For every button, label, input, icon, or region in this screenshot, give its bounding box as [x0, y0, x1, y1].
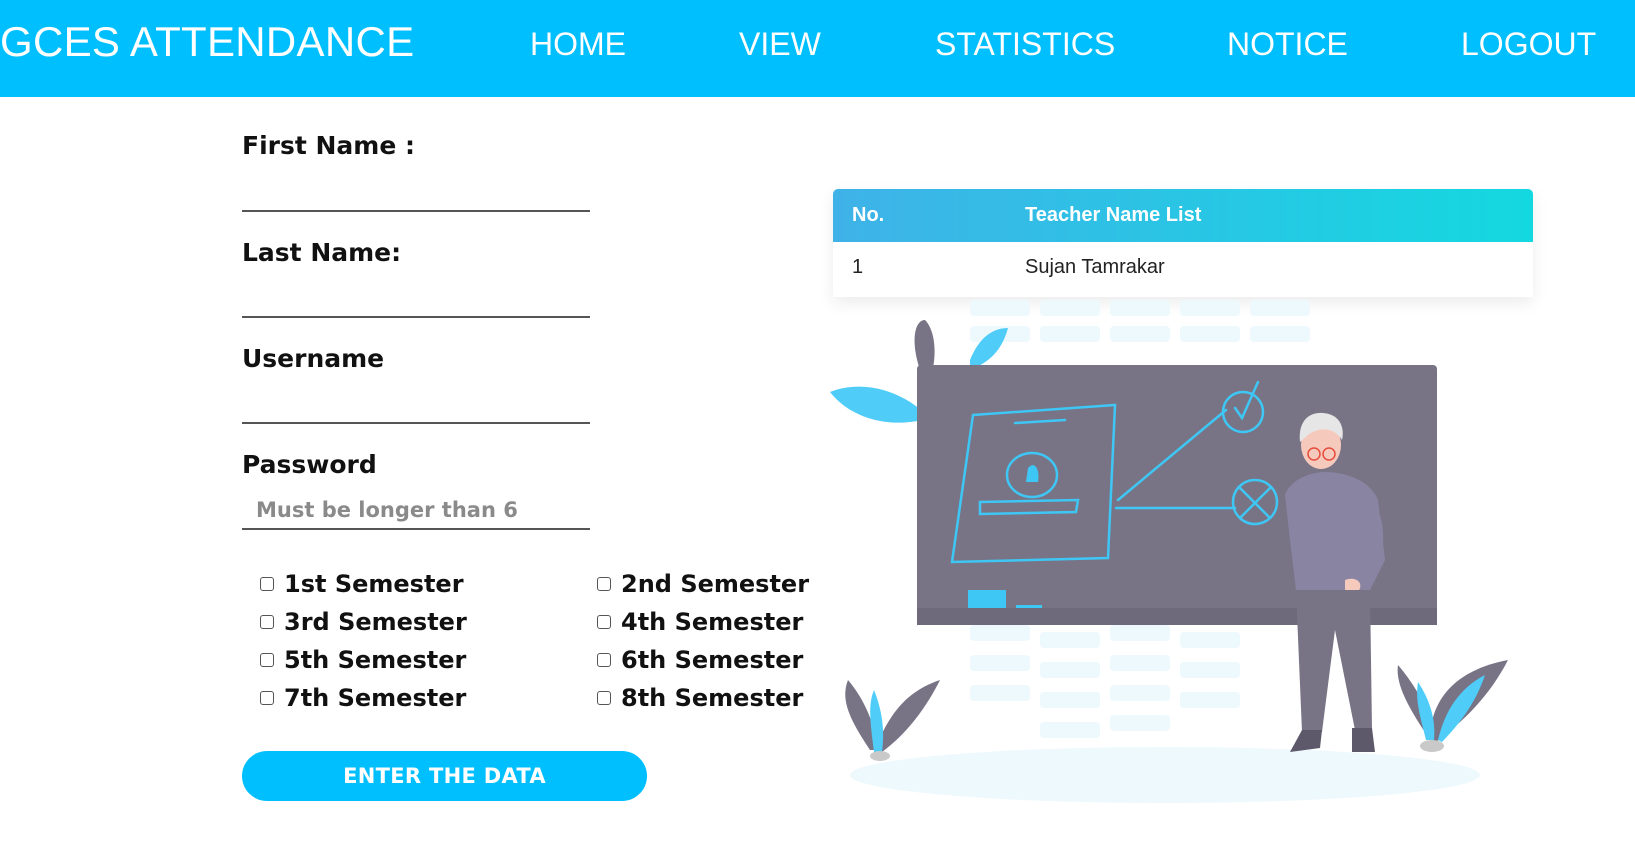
teacher-chalkboard-illustration [830, 300, 1508, 803]
semester-2-label: 2nd Semester [621, 570, 810, 598]
table-cell-teacher-name: Sujan Tamrakar [1025, 242, 1533, 294]
nav-home-link[interactable]: HOME [530, 26, 626, 63]
table-header-number: No. [852, 204, 885, 226]
semester-3-checkbox[interactable] [260, 615, 274, 629]
semester-8-checkbox[interactable] [597, 691, 611, 705]
semester-7-label: 7th Semester [284, 684, 467, 712]
semester-1-checkbox[interactable] [260, 577, 274, 591]
semester-7-option[interactable]: 7th Semester [260, 684, 466, 712]
semester-4-label: 4th Semester [621, 608, 804, 636]
teacher-name-table: No. Teacher Name List 1 Sujan Tamrakar [833, 189, 1533, 297]
top-navbar: GCES ATTENDANCE HOME VIEW STATISTICS NOT… [0, 0, 1635, 97]
chalk-eraser-icon [968, 590, 1006, 608]
semester-3-option[interactable]: 3rd Semester [260, 608, 467, 636]
semester-7-checkbox[interactable] [260, 691, 274, 705]
plant-left-icon [845, 680, 940, 761]
nav-statistics-link[interactable]: STATISTICS [935, 26, 1115, 63]
table-cell-number: 1 [833, 242, 1025, 294]
semester-1-label: 1st Semester [284, 570, 464, 598]
last-name-label: Last Name: [242, 238, 402, 267]
semester-2-option[interactable]: 2nd Semester [597, 570, 809, 598]
semester-5-label: 5th Semester [284, 646, 467, 674]
username-label: Username [242, 344, 385, 373]
semester-2-checkbox[interactable] [597, 577, 611, 591]
nav-logout-link[interactable]: LOGOUT [1461, 26, 1596, 63]
semester-6-checkbox[interactable] [597, 653, 611, 667]
table-header-row: No. Teacher Name List [833, 189, 1533, 242]
table-row: 1 Sujan Tamrakar [833, 242, 1533, 294]
nav-view-link[interactable]: VIEW [739, 26, 821, 63]
first-name-input[interactable] [242, 174, 590, 212]
last-name-input[interactable] [242, 280, 590, 318]
first-name-label: First Name : [242, 131, 416, 160]
enter-data-button[interactable]: ENTER THE DATA [242, 751, 647, 801]
semester-8-label: 8th Semester [621, 684, 804, 712]
brand-title: GCES ATTENDANCE [0, 18, 415, 65]
floor-shadow [850, 747, 1480, 803]
username-input[interactable] [242, 386, 590, 424]
plant-right-icon [1397, 660, 1508, 752]
semester-8-option[interactable]: 8th Semester [597, 684, 803, 712]
semester-5-option[interactable]: 5th Semester [260, 646, 466, 674]
semester-6-label: 6th Semester [621, 646, 804, 674]
semester-5-checkbox[interactable] [260, 653, 274, 667]
semester-3-label: 3rd Semester [284, 608, 467, 636]
semester-4-checkbox[interactable] [597, 615, 611, 629]
semester-1-option[interactable]: 1st Semester [260, 570, 464, 598]
password-label: Password [242, 450, 377, 479]
semester-4-option[interactable]: 4th Semester [597, 608, 803, 636]
table-header-teacher-name: Teacher Name List [1025, 204, 1202, 226]
nav-notice-link[interactable]: NOTICE [1227, 26, 1348, 63]
password-input[interactable] [242, 492, 590, 530]
semester-6-option[interactable]: 6th Semester [597, 646, 803, 674]
leaf-blue-large-icon [830, 386, 930, 423]
